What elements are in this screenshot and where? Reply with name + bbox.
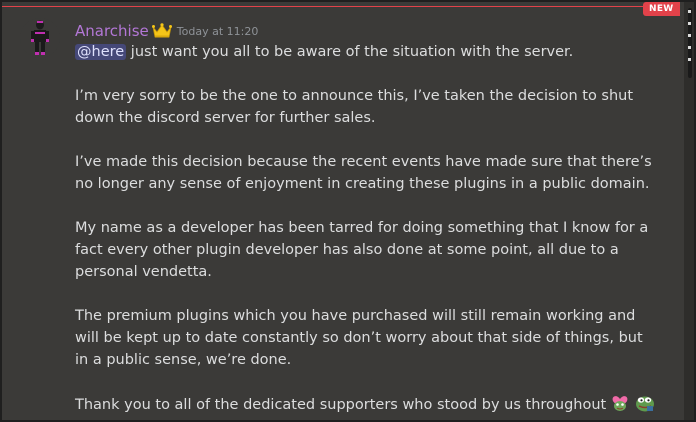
new-messages-divider: NEW <box>2 2 680 16</box>
pepe-heart-emoji-icon[interactable] <box>610 393 630 413</box>
new-badge: NEW <box>643 2 680 16</box>
message-intro-paragraph: @here just want you all to be aware of t… <box>75 41 655 63</box>
message-content: @here just want you all to be aware of t… <box>75 41 655 420</box>
timestamp: Today at 11:20 <box>176 24 259 38</box>
message-intro-text: just want you all to be aware of the sit… <box>126 44 574 60</box>
message-paragraph: I’ve made this decision because the rece… <box>75 154 652 192</box>
message-closing-text: Thank you to all of the dedicated suppor… <box>75 397 607 413</box>
message-closing-paragraph: Thank you to all of the dedicated suppor… <box>75 393 655 416</box>
avatar-icon[interactable] <box>20 18 60 58</box>
crown-icon <box>151 23 172 39</box>
message-header: Anarchise Today at 11:20 <box>75 21 258 41</box>
username[interactable]: Anarchise <box>75 22 149 40</box>
message-paragraph: The premium plugins which you have purch… <box>75 308 643 368</box>
pepe-emoji-icon[interactable] <box>634 393 655 413</box>
message-paragraph: My name as a developer has been tarred f… <box>75 220 649 280</box>
message-paragraph: I’m very sorry to be the one to announce… <box>75 88 634 126</box>
chat-window: NEW Anarchise Today at 11:20 @here just … <box>0 0 696 422</box>
scrollbar-dots <box>688 10 692 70</box>
mention-here[interactable]: @here <box>75 44 127 60</box>
